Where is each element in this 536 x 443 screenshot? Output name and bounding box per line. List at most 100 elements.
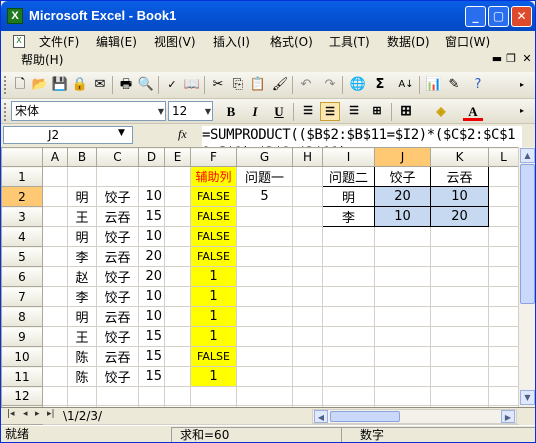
cell-h7[interactable] [292,286,323,307]
cell-c2[interactable]: 饺子 [96,186,139,207]
cell-b9[interactable]: 王 [67,326,97,347]
cell-d9[interactable]: 15 [138,326,165,347]
cell-d2[interactable]: 10 [138,186,165,207]
cell-h1[interactable] [292,166,323,187]
sheet-tabs[interactable]: \1/2/3/ [63,408,102,424]
cell-f12[interactable] [190,386,237,406]
column-header-a[interactable]: A [42,147,68,167]
row-header[interactable]: 8 [1,306,43,327]
cell-e8[interactable] [164,306,191,327]
cell-f10[interactable]: FALSE [190,346,237,367]
cell-f4[interactable]: FALSE [190,226,237,247]
scroll-thumb[interactable] [520,164,535,304]
cell-l8[interactable] [488,306,519,327]
autosum-icon[interactable]: Σ [371,76,389,94]
menu-window[interactable]: 窗口(W) [445,34,490,50]
menu-help[interactable]: 帮助(H) [21,52,63,68]
cell-a6[interactable] [42,266,68,287]
row-header[interactable]: 3 [1,206,43,227]
menu-data[interactable]: 数据(D) [387,34,430,50]
cell-f5[interactable]: FALSE [190,246,237,267]
cell-l4[interactable] [488,226,519,247]
scroll-right-icon[interactable]: ▶ [501,410,515,423]
excel-icon[interactable]: X [7,8,23,24]
column-header-f[interactable]: F [190,147,237,167]
cell-a1[interactable] [42,166,68,187]
cell-i10[interactable] [322,346,375,367]
column-header-l[interactable]: L [488,147,519,167]
cell-e9[interactable] [164,326,191,347]
cell-j6[interactable] [374,266,431,287]
format-painter-icon[interactable]: 🖌 [271,76,289,94]
cell-a5[interactable] [42,246,68,267]
cell-k5[interactable] [430,246,489,267]
cell-h8[interactable] [292,306,323,327]
cell-l6[interactable] [488,266,519,287]
cell-i7[interactable] [322,286,375,307]
row-header[interactable]: 9 [1,326,43,347]
row-header[interactable]: 7 [1,286,43,307]
cell-k4[interactable] [430,226,489,247]
cell-b6[interactable]: 赵 [67,266,97,287]
column-header-e[interactable]: E [164,147,191,167]
cell-i12[interactable] [322,386,375,406]
cell-j3[interactable]: 10 [374,206,431,227]
cell-f1[interactable]: 辅助列 [190,166,237,187]
cell-i11[interactable] [322,366,375,387]
cell-k12[interactable] [430,386,489,406]
cell-h10[interactable] [292,346,323,367]
cell-c1[interactable] [96,166,139,187]
cell-d4[interactable]: 10 [138,226,165,247]
cell-c6[interactable]: 饺子 [96,266,139,287]
row-header[interactable]: 11 [1,366,43,387]
cell-c4[interactable]: 饺子 [96,226,139,247]
cell-c10[interactable]: 云吞 [96,346,139,367]
redo-icon[interactable]: ↷ [321,76,339,94]
cell-i1[interactable]: 问题二 [322,166,375,187]
scroll-up-icon[interactable]: ▲ [520,148,535,163]
cell-e7[interactable] [164,286,191,307]
row-header[interactable]: 2 [1,186,43,207]
scroll-thumb[interactable] [330,411,400,422]
cell-j8[interactable] [374,306,431,327]
cell-i8[interactable] [322,306,375,327]
cell-c9[interactable]: 饺子 [96,326,139,347]
menu-view[interactable]: 视图(V) [154,34,196,50]
cell-g2[interactable]: 5 [236,186,293,207]
cell-c11[interactable]: 饺子 [96,366,139,387]
chevron-down-icon[interactable]: ▼ [118,128,125,138]
column-header-d[interactable]: D [138,147,165,167]
cell-h5[interactable] [292,246,323,267]
cell-i9[interactable] [322,326,375,347]
column-header-b[interactable]: B [67,147,97,167]
cell-c5[interactable]: 云吞 [96,246,139,267]
sort-ascending-icon[interactable]: A↓ [397,76,415,94]
cell-d1[interactable] [138,166,165,187]
cell-j9[interactable] [374,326,431,347]
cell-i4[interactable] [322,226,375,247]
toolbar-options-icon[interactable]: ▸ [513,102,531,120]
column-header-g[interactable]: G [236,147,293,167]
doc-close-icon[interactable]: ✕ [520,52,534,65]
merge-center-icon[interactable]: ⊞ [367,102,387,121]
cell-g4[interactable] [236,226,293,247]
cell-l9[interactable] [488,326,519,347]
cell-g3[interactable] [236,206,293,227]
toolbar-options-icon[interactable]: ▸ [513,76,531,94]
doc-icon[interactable]: X [13,35,25,48]
cut-icon[interactable]: ✂ [209,76,227,94]
help-icon[interactable]: ? [469,76,487,94]
cell-g6[interactable] [236,266,293,287]
cell-f9[interactable]: 1 [190,326,237,347]
align-center-icon[interactable]: ☰ [320,102,340,121]
cell-d5[interactable]: 20 [138,246,165,267]
cell-f7[interactable]: 1 [190,286,237,307]
column-header-i[interactable]: I [322,147,375,167]
cell-h6[interactable] [292,266,323,287]
cell-j7[interactable] [374,286,431,307]
cell-g9[interactable] [236,326,293,347]
font-select[interactable]: 宋体 ▼ [11,101,166,121]
cell-c12[interactable] [96,386,139,406]
cell-d12[interactable] [138,386,165,406]
hyperlink-icon[interactable]: 🌐 [349,76,367,94]
